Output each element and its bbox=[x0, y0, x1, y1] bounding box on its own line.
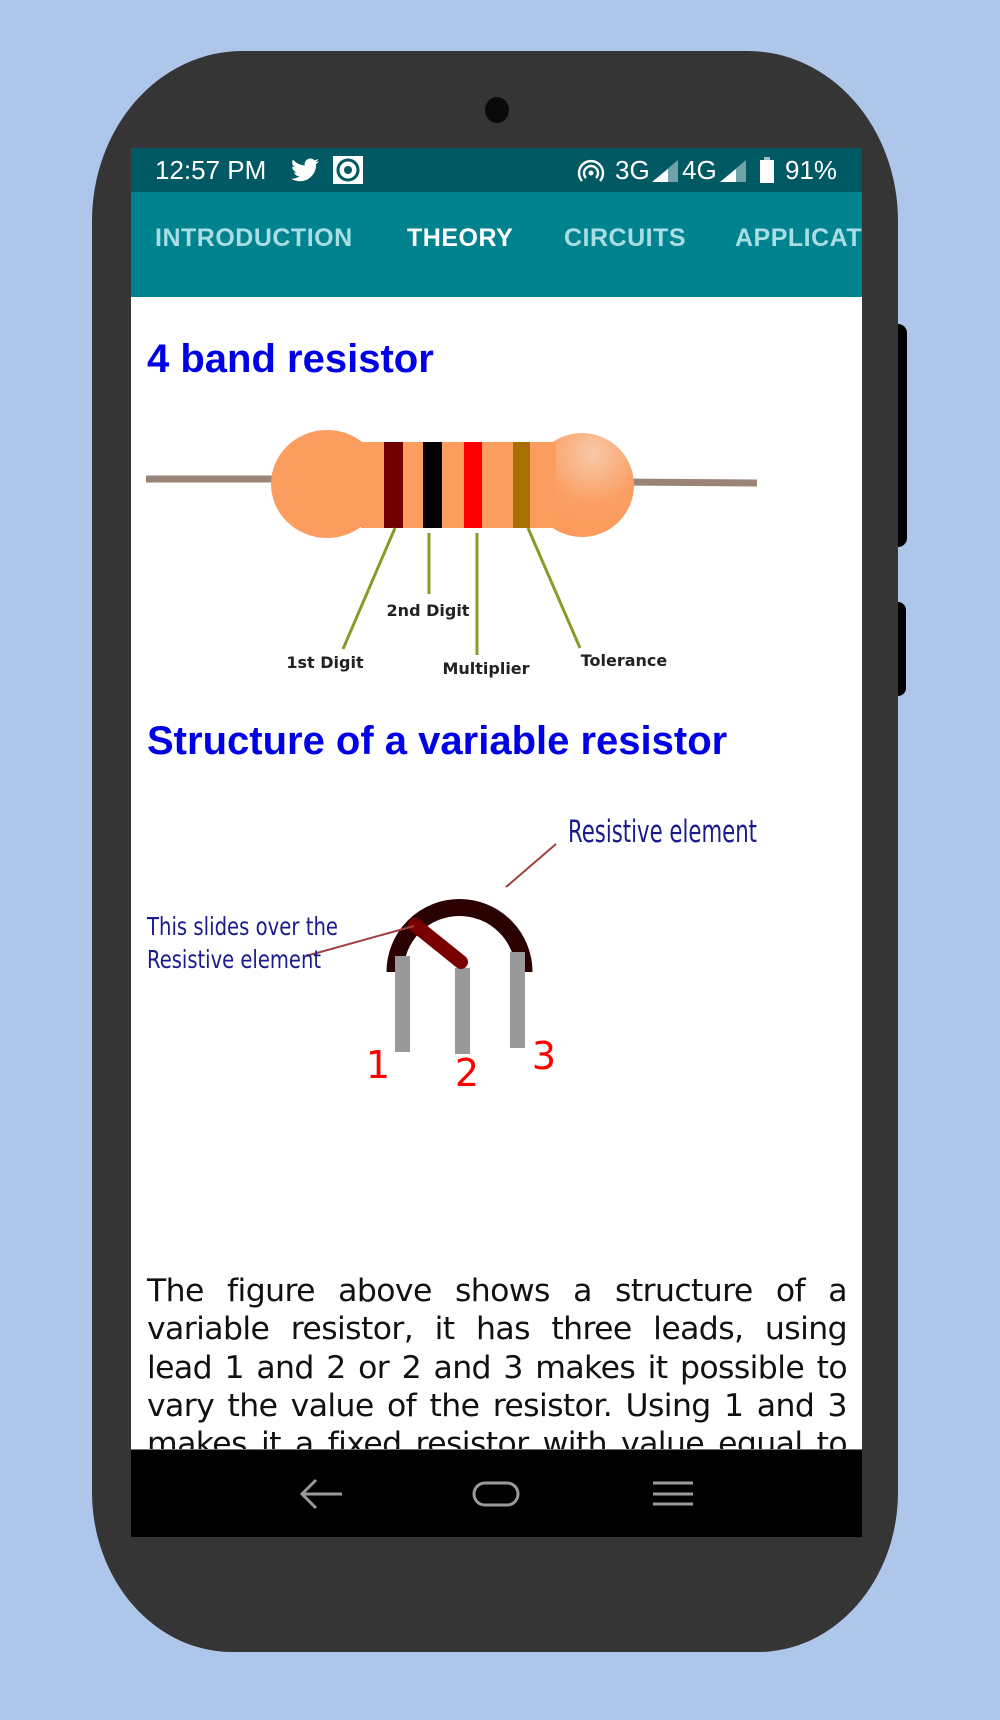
record-icon bbox=[333, 156, 363, 189]
pin-3 bbox=[510, 952, 525, 1048]
recents-icon bbox=[653, 1481, 693, 1506]
label-wiper-line1: This slides over the bbox=[146, 912, 338, 941]
hotspot-icon bbox=[577, 157, 605, 190]
back-button[interactable] bbox=[294, 1474, 344, 1514]
tab-applications[interactable]: APPLICAT bbox=[735, 224, 862, 264]
pointer-1st-digit bbox=[341, 527, 397, 650]
volume-button[interactable] bbox=[898, 324, 907, 547]
back-icon bbox=[299, 1478, 342, 1510]
band-multiplier bbox=[464, 442, 482, 528]
pin-label-2: 2 bbox=[455, 1051, 479, 1095]
tab-introduction[interactable]: INTRODUCTION bbox=[155, 224, 353, 264]
front-camera bbox=[485, 97, 509, 123]
band-tolerance bbox=[513, 442, 530, 528]
label-wiper-line2: Resistive element bbox=[147, 945, 321, 974]
label-tolerance: Tolerance bbox=[581, 651, 668, 670]
pin-2 bbox=[455, 968, 470, 1054]
tab-circuits[interactable]: CIRCUITS bbox=[564, 224, 686, 264]
variable-resistor-figure: Resistive element This slides over the R… bbox=[146, 814, 757, 1095]
resistor-lead-right bbox=[620, 478, 758, 487]
status-time: 12:57 PM bbox=[155, 155, 267, 185]
network-type-1: 3G bbox=[615, 155, 650, 185]
pin-label-3: 3 bbox=[532, 1034, 556, 1078]
content-scroll-area[interactable]: 4 band resistor 2nd Digit 1st Digit Mult… bbox=[131, 297, 862, 1500]
status-bar: 12:57 PM 3G 4G 91% bbox=[131, 148, 862, 192]
label-1st-digit: 1st Digit bbox=[286, 653, 364, 672]
home-button[interactable] bbox=[471, 1474, 521, 1514]
twitter-icon bbox=[291, 158, 319, 187]
resistor-body bbox=[271, 430, 634, 538]
pin-label-1: 1 bbox=[366, 1043, 390, 1087]
band-1st-digit bbox=[384, 442, 403, 528]
pointer-tolerance bbox=[526, 527, 582, 649]
battery-percent: 91% bbox=[785, 155, 838, 185]
power-button[interactable] bbox=[898, 602, 906, 696]
home-icon bbox=[472, 1481, 520, 1507]
screen: 12:57 PM 3G 4G 91% INTRODUCTION THEORY C… bbox=[131, 148, 862, 1537]
wiper bbox=[408, 918, 468, 969]
navigation-bar bbox=[131, 1449, 862, 1537]
four-band-resistor-figure: 2nd Digit 1st Digit Multiplier Tolerance bbox=[146, 430, 758, 678]
signal-icon bbox=[652, 160, 678, 187]
tab-theory[interactable]: THEORY bbox=[407, 224, 513, 264]
network-type-2: 4G bbox=[682, 155, 717, 185]
pin-1 bbox=[395, 956, 410, 1052]
battery-icon bbox=[760, 157, 774, 188]
label-multiplier: Multiplier bbox=[442, 659, 529, 678]
signal-icon bbox=[720, 160, 746, 187]
pointer-resistive-element bbox=[505, 843, 557, 888]
recents-button[interactable] bbox=[649, 1474, 699, 1514]
tab-bar: INTRODUCTION THEORY CIRCUITS APPLICAT bbox=[131, 192, 862, 341]
section-title-variable-resistor: Structure of a variable resistor bbox=[147, 719, 728, 763]
band-2nd-digit bbox=[423, 442, 442, 528]
section-title-4-band-resistor: 4 band resistor bbox=[147, 337, 434, 381]
label-resistive-element: Resistive element bbox=[568, 814, 757, 850]
label-2nd-digit: 2nd Digit bbox=[387, 601, 470, 620]
